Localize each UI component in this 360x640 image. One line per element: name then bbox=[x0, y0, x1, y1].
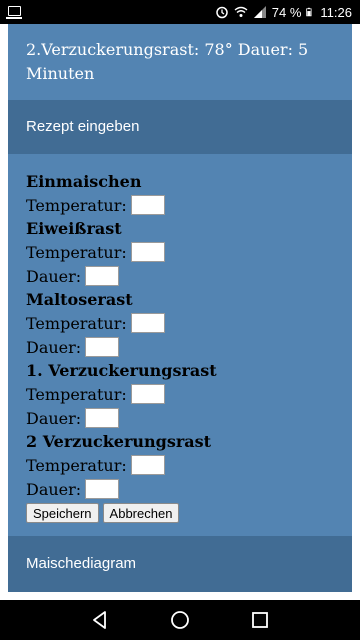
recent-apps-icon[interactable] bbox=[248, 608, 272, 632]
signal-icon bbox=[253, 6, 266, 18]
recipe-form: Einmaischen Temperatur: Eiweißrast Tempe… bbox=[26, 170, 346, 523]
verzuckerungsrast1-temperatur-input[interactable] bbox=[130, 384, 165, 404]
temperatur-label: Temperatur: bbox=[26, 384, 127, 404]
verzuckerungsrast1-heading: 1. Verzuckerungsrast bbox=[26, 361, 217, 380]
maischediagram-label: Maischediagram bbox=[26, 555, 137, 572]
einmaischen-heading: Einmaischen bbox=[26, 172, 142, 191]
verzuckerungsrast2-heading: 2 Verzuckerungsrast bbox=[26, 432, 212, 451]
maltoserast-dauer-row: Dauer: bbox=[26, 335, 346, 359]
verzuckerungsrast2-temperatur-row: Temperatur: bbox=[26, 453, 346, 477]
save-button[interactable]: Speichern bbox=[26, 503, 99, 523]
page-content: 2.Verzuckerungsrast: 78° Dauer: 5 Minute… bbox=[8, 24, 352, 592]
eiweissrast-temperatur-input[interactable] bbox=[130, 242, 165, 262]
dauer-label: Dauer: bbox=[26, 337, 82, 357]
verzuckerungsrast1-dauer-input[interactable] bbox=[85, 408, 120, 428]
verzuckerungsrast2-dauer-input[interactable] bbox=[85, 479, 120, 499]
maltoserast-dauer-input[interactable] bbox=[85, 337, 120, 357]
back-icon[interactable] bbox=[88, 608, 112, 632]
wifi-icon bbox=[234, 6, 248, 17]
current-step-text: 2.Verzuckerungsrast: 78° Dauer: 5 Minute… bbox=[26, 40, 309, 83]
eiweissrast-dauer-row: Dauer: bbox=[26, 264, 346, 288]
cancel-button[interactable]: Abbrechen bbox=[102, 503, 180, 523]
status-icons: 74 % 11:26 bbox=[215, 0, 352, 24]
eiweissrast-heading: Eiweißrast bbox=[26, 219, 122, 238]
eiweissrast-temperatur-row: Temperatur: bbox=[26, 240, 346, 264]
clock: 11:26 bbox=[320, 4, 352, 20]
verzuckerungsrast1-dauer-row: Dauer: bbox=[26, 406, 346, 430]
maischediagram-bar[interactable]: Maischediagram bbox=[8, 536, 352, 592]
temperatur-label: Temperatur: bbox=[26, 242, 127, 262]
battery-percent: 74 % bbox=[271, 4, 302, 20]
battery-icon bbox=[306, 7, 312, 17]
einmaischen-temperatur-input[interactable] bbox=[130, 195, 165, 215]
dauer-label: Dauer: bbox=[26, 479, 82, 499]
temperatur-label: Temperatur: bbox=[26, 195, 127, 215]
status-bar: 74 % 11:26 bbox=[0, 0, 360, 24]
maltoserast-temperatur-input[interactable] bbox=[130, 313, 165, 333]
rezept-eingeben-label: Rezept eingeben bbox=[26, 118, 140, 135]
rezept-eingeben-bar[interactable]: Rezept eingeben bbox=[8, 100, 352, 154]
dauer-label: Dauer: bbox=[26, 408, 82, 428]
notification-icon bbox=[6, 6, 22, 19]
home-icon[interactable] bbox=[168, 608, 192, 632]
dauer-label: Dauer: bbox=[26, 266, 82, 286]
maltoserast-heading: Maltoserast bbox=[26, 290, 133, 309]
verzuckerungsrast1-temperatur-row: Temperatur: bbox=[26, 382, 346, 406]
verzuckerungsrast2-temperatur-input[interactable] bbox=[130, 455, 165, 475]
maltoserast-temperatur-row: Temperatur: bbox=[26, 311, 346, 335]
einmaischen-temperatur-row: Temperatur: bbox=[26, 193, 346, 217]
temperatur-label: Temperatur: bbox=[26, 313, 127, 333]
verzuckerungsrast2-dauer-row: Dauer: bbox=[26, 477, 346, 501]
form-buttons: Speichern Abbrechen bbox=[26, 503, 346, 523]
eiweissrast-dauer-input[interactable] bbox=[85, 266, 120, 286]
navigation-bar bbox=[0, 600, 360, 640]
temperatur-label: Temperatur: bbox=[26, 455, 127, 475]
alarm-icon bbox=[216, 6, 228, 19]
